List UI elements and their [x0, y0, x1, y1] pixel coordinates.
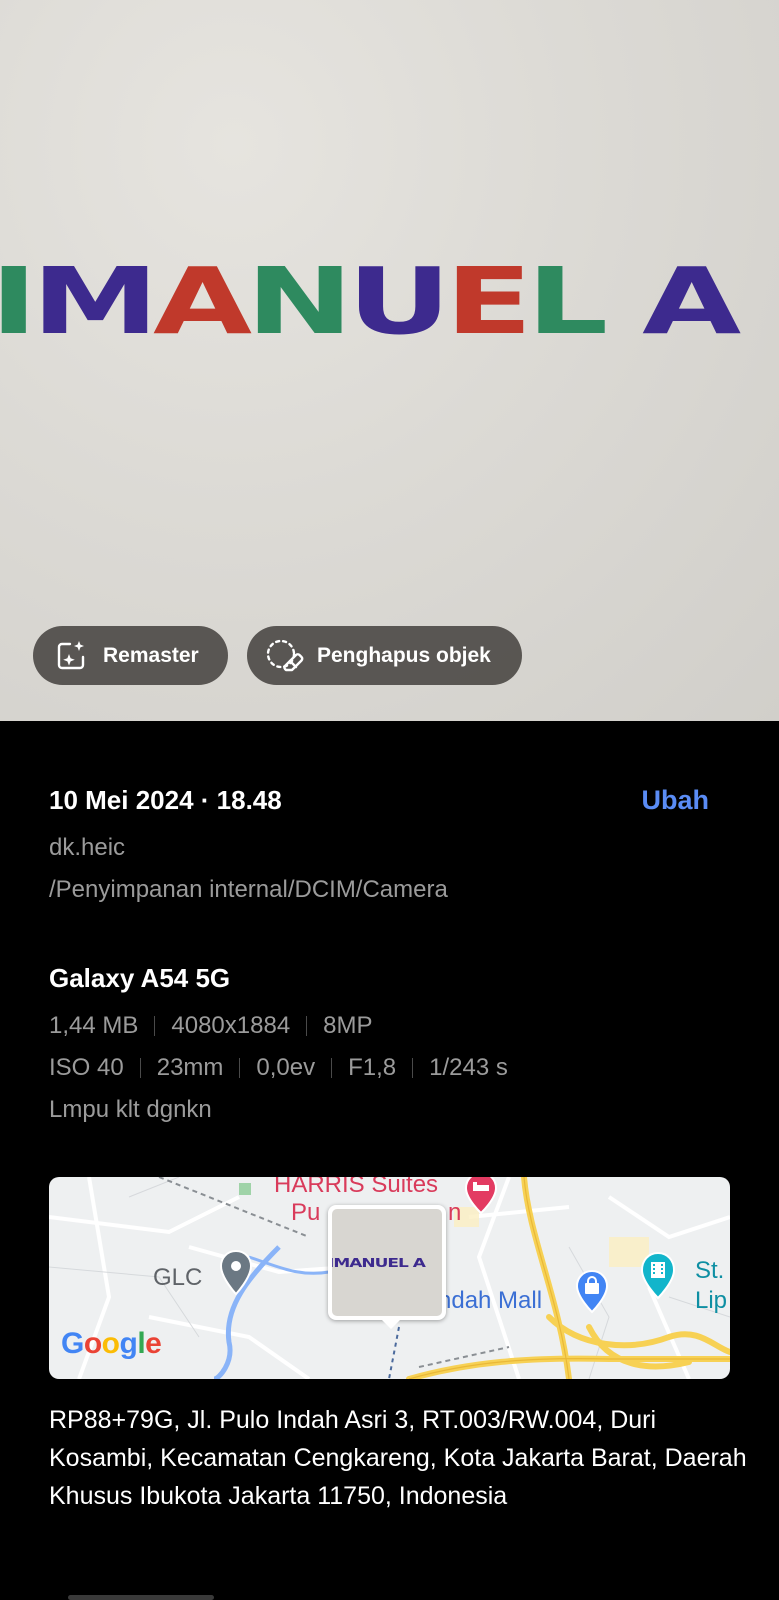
logo-letter: o — [83, 1327, 102, 1360]
remaster-label: Remaster — [103, 643, 199, 667]
photo-handwriting: IMANUELA — [0, 255, 779, 349]
file-size: 1,44 MB — [49, 1012, 139, 1039]
letter: M — [31, 247, 159, 356]
map-label-hotel-2: Pu — [291, 1199, 321, 1226]
exposure-value: 0,0ev — [256, 1054, 316, 1081]
map-label-hotel-3: n — [448, 1199, 462, 1226]
marker-thumbnail: IMANUEL A — [332, 1209, 442, 1316]
marker-pointer — [382, 1320, 400, 1329]
remaster-button[interactable]: Remaster — [33, 626, 228, 685]
letter: I — [0, 255, 38, 349]
photo-date: 10 Mei 2024 · 18.48 — [49, 785, 282, 815]
map-label-hotel: HARRIS Suites — [274, 1177, 439, 1198]
object-eraser-button[interactable]: Penghapus objek — [247, 626, 522, 685]
aperture: F1,8 — [348, 1054, 397, 1081]
letter: A — [153, 247, 252, 356]
logo-letter: l — [137, 1327, 146, 1360]
resolution: 4080x1884 — [171, 1012, 291, 1039]
location-address: RP88+79G, Jl. Pulo Indah Asri 3, RT.003/… — [49, 1406, 747, 1510]
glc-pin-icon — [219, 1249, 253, 1296]
hotel-pin-icon — [464, 1177, 498, 1215]
divider — [239, 1058, 241, 1078]
gesture-bar — [68, 1595, 214, 1600]
photo-preview[interactable]: IMANUELA Remaster Penghapus objek — [0, 0, 779, 721]
flash-info: Lmpu klt dgnkn — [49, 1096, 212, 1123]
camera-specs: ISO 40 23mm 0,0ev F1,8 1/243 s — [49, 1054, 508, 1082]
file-name: dk.heic — [49, 834, 126, 861]
cinema-pin-icon — [640, 1251, 676, 1300]
file-path: /Penyimpanan internal/DCIM/Camera — [49, 876, 448, 903]
eraser-icon — [265, 636, 305, 676]
mall-pin-icon — [575, 1269, 609, 1314]
sparkle-frame-icon — [51, 636, 91, 676]
letter: E — [445, 247, 532, 356]
divider — [139, 1058, 141, 1078]
photo-location-marker[interactable]: IMANUEL A — [328, 1205, 446, 1320]
megapixels: 8MP — [323, 1012, 373, 1039]
divider — [412, 1058, 414, 1078]
thumbnail-text: IMANUEL A — [332, 1255, 426, 1271]
shutter-speed: 1/243 s — [429, 1054, 508, 1081]
divider — [331, 1058, 333, 1078]
google-logo: Google — [61, 1327, 162, 1361]
date-row: 10 Mei 2024 · 18.48 Ubah — [49, 785, 719, 816]
divider — [154, 1016, 156, 1036]
letter: U — [347, 247, 451, 356]
iso: ISO 40 — [49, 1054, 124, 1081]
map-label-mall: ndah Mall — [438, 1287, 543, 1314]
logo-letter: G — [61, 1327, 84, 1360]
logo-letter: e — [145, 1327, 162, 1360]
object-eraser-label: Penghapus objek — [317, 643, 491, 667]
map-label-st: St. — [695, 1257, 725, 1284]
letter: A — [642, 247, 741, 356]
logo-letter: o — [101, 1327, 120, 1360]
letter: N — [246, 247, 353, 356]
device-name: Galaxy A54 5G — [49, 963, 231, 993]
logo-letter: g — [119, 1327, 138, 1360]
edit-date-button[interactable]: Ubah — [642, 785, 710, 816]
map-label-glc: GLC — [153, 1264, 203, 1291]
file-specs: 1,44 MB 4080x1884 8MP — [49, 1012, 373, 1040]
focal-length: 23mm — [156, 1054, 224, 1081]
divider — [306, 1016, 308, 1036]
location-map[interactable]: HARRIS Suites Pu n GLC ndah Mall St. Lip… — [49, 1177, 730, 1379]
letter: L — [526, 247, 609, 356]
map-label-lip: Lip — [695, 1287, 728, 1314]
